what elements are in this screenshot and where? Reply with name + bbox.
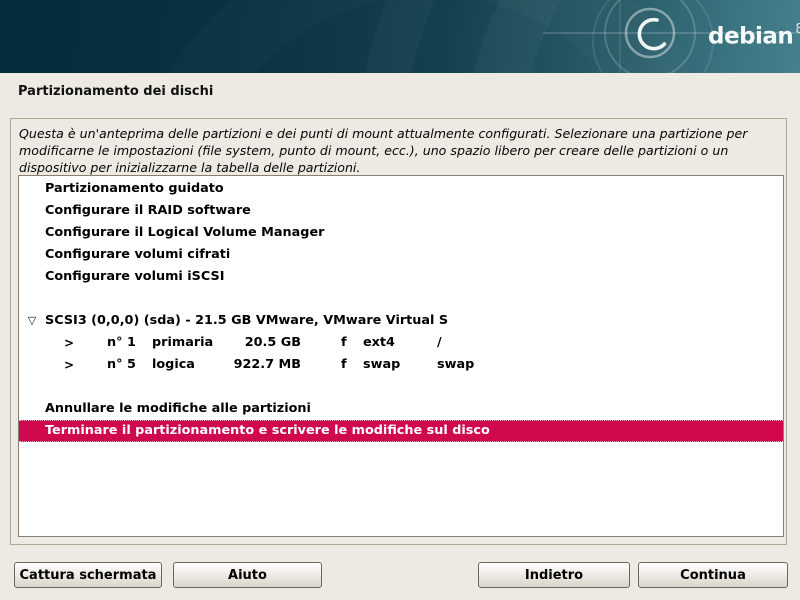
help-button[interactable]: Aiuto (173, 562, 322, 588)
partition-type: primaria (152, 332, 213, 354)
continue-button[interactable]: Continua (638, 562, 788, 588)
debian-brand: debian8 (708, 17, 800, 52)
partition-type: logica (152, 354, 195, 376)
list-item-configure-iscsi[interactable]: Configurare volumi iSCSI (19, 266, 783, 288)
partition-format-flag: f (341, 354, 347, 376)
disk-label: SCSI3 (0,0,0) (sda) - 21.5 GB VMware, VM… (45, 313, 448, 328)
partition-size: 20.5 GB (219, 332, 301, 354)
partition-mountpoint: swap (437, 354, 474, 376)
list-spacer-row (19, 376, 783, 398)
partition-size: 922.7 MB (219, 354, 301, 376)
partition-number: n° 5 (107, 354, 136, 376)
expander-triangle-icon[interactable]: ▽ (24, 310, 40, 332)
list-item-guided-partitioning[interactable]: Partizionamento guidato (19, 178, 783, 200)
list-item-partition-5[interactable]: > n° 5 logica 922.7 MB f swap swap (19, 354, 783, 376)
list-item-configure-encrypted[interactable]: Configurare volumi cifrati (19, 244, 783, 266)
chevron-right-icon: > (64, 354, 74, 376)
partition-format-flag: f (341, 332, 347, 354)
banner-decoration (0, 0, 800, 73)
list-spacer-row (19, 288, 783, 310)
debian-banner: debian8 (0, 0, 800, 73)
page-description: Questa è un'anteprima delle partizioni e… (19, 125, 777, 176)
brand-version: 8 (795, 22, 800, 37)
brand-name: debian (708, 24, 793, 50)
list-item-configure-lvm[interactable]: Configurare il Logical Volume Manager (19, 222, 783, 244)
list-item-undo-changes[interactable]: Annullare le modifiche alle partizioni (19, 398, 783, 420)
partition-mountpoint: / (437, 332, 442, 354)
chevron-right-icon: > (64, 332, 74, 354)
list-item-partition-1[interactable]: > n° 1 primaria 20.5 GB f ext4 / (19, 332, 783, 354)
partition-filesystem: swap (363, 354, 400, 376)
back-button[interactable]: Indietro (478, 562, 630, 588)
partition-list: Partizionamento guidato Configurare il R… (18, 175, 784, 537)
list-item-configure-raid[interactable]: Configurare il RAID software (19, 200, 783, 222)
list-item-disk[interactable]: ▽ SCSI3 (0,0,0) (sda) - 21.5 GB VMware, … (19, 310, 783, 332)
page-title: Partizionamento dei dischi (18, 84, 213, 99)
list-item-finish-partitioning[interactable]: Terminare il partizionamento e scrivere … (19, 420, 783, 442)
content-panel: Questa è un'anteprima delle partizioni e… (10, 118, 787, 545)
partition-filesystem: ext4 (363, 332, 395, 354)
partition-number: n° 1 (107, 332, 136, 354)
screenshot-button[interactable]: Cattura schermata (14, 562, 162, 588)
